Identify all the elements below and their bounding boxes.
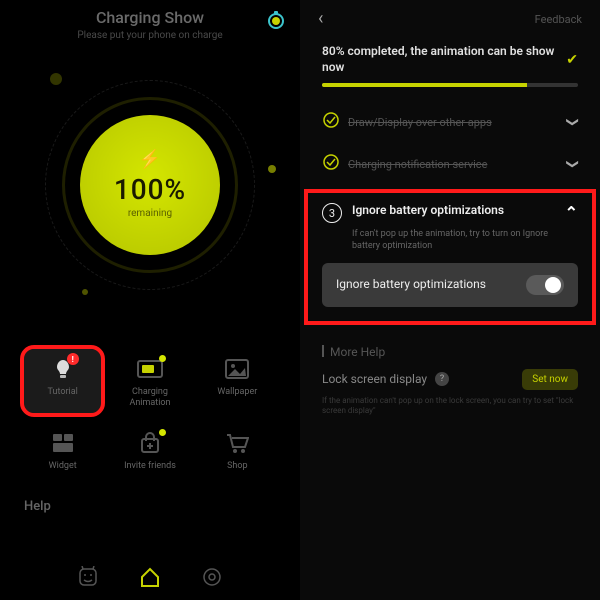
- lock-screen-row: Lock screen display ? Set now: [300, 369, 600, 390]
- grid-item-widget[interactable]: Widget: [24, 423, 101, 476]
- toggle-knob: [545, 277, 561, 293]
- chevron-up-icon: ⌃: [565, 203, 578, 222]
- nav-home-icon[interactable]: [139, 566, 161, 592]
- action-grid: ! Tutorial Charging Animation: [0, 349, 300, 475]
- help-heading: Help: [0, 499, 300, 514]
- check-icon: ✔: [566, 52, 578, 68]
- back-button[interactable]: ‹: [318, 10, 323, 28]
- page-title: Charging Show: [0, 8, 300, 27]
- step-label: Draw/Display over other apps: [348, 116, 560, 129]
- stopwatch-icon[interactable]: [266, 10, 286, 34]
- nav-settings-icon[interactable]: [201, 566, 223, 592]
- grid-label: Invite friends: [111, 461, 188, 472]
- progress-fill: [322, 83, 527, 87]
- progress-bar: [322, 83, 578, 87]
- step-3-title: Ignore battery optimizations: [352, 203, 555, 219]
- chevron-down-icon: ❯: [566, 159, 580, 169]
- battery-opt-toggle[interactable]: [526, 275, 564, 295]
- grid-label: Tutorial: [24, 387, 101, 398]
- check-circle-icon: [322, 111, 340, 133]
- image-icon: [225, 359, 249, 379]
- feedback-link[interactable]: Feedback: [535, 13, 582, 26]
- animation-icon: [137, 360, 163, 378]
- grid-label: Widget: [24, 461, 101, 472]
- grid-label: Shop: [199, 461, 276, 472]
- notification-dot-icon: [159, 355, 166, 362]
- step-row-2[interactable]: Charging notification service ❯: [300, 143, 600, 185]
- cart-icon: [225, 433, 249, 453]
- bottom-nav: [0, 566, 300, 592]
- grid-label: Charging Animation: [111, 387, 188, 409]
- battery-disk: ⚡ 100% remaining: [80, 115, 220, 255]
- grid-item-charging-animation[interactable]: Charging Animation: [111, 349, 188, 413]
- battery-opt-toggle-card: Ignore battery optimizations: [322, 263, 578, 307]
- chevron-down-icon: ❯: [566, 117, 580, 127]
- battery-percent: 100%: [114, 173, 186, 206]
- completion-text: 80% completed, the animation can be show…: [322, 44, 558, 75]
- more-help-heading: More Help: [300, 321, 600, 369]
- step-3-header[interactable]: 3 Ignore battery optimizations ⌃: [322, 203, 578, 223]
- notification-dot-icon: [159, 429, 166, 436]
- header: Charging Show Please put your phone on c…: [0, 0, 300, 41]
- battery-orbit: ⚡ 100% remaining: [30, 65, 270, 305]
- step-3-box: 3 Ignore battery optimizations ⌃ If can'…: [308, 193, 592, 320]
- toggle-label: Ignore battery optimizations: [336, 277, 516, 291]
- grid-label: Wallpaper: [199, 387, 276, 398]
- lightning-icon: ⚡: [139, 151, 161, 169]
- step-3-desc: If can't pop up the animation, try to tu…: [352, 229, 578, 252]
- check-circle-icon: [322, 153, 340, 175]
- set-now-button[interactable]: Set now: [522, 369, 578, 390]
- lock-screen-desc: If the animation can't pop up on the loc…: [300, 390, 600, 417]
- right-panel: ‹ Feedback 80% completed, the animation …: [300, 0, 600, 600]
- step-row-1[interactable]: Draw/Display over other apps ❯: [300, 101, 600, 143]
- step-number: 3: [322, 203, 342, 223]
- page-subtitle: Please put your phone on charge: [0, 30, 300, 41]
- grid-item-invite-friends[interactable]: Invite friends: [111, 423, 188, 476]
- lock-screen-label: Lock screen display: [322, 372, 427, 386]
- grid-item-tutorial[interactable]: ! Tutorial: [24, 349, 101, 413]
- grid-item-shop[interactable]: Shop: [199, 423, 276, 476]
- right-header: ‹ Feedback: [300, 0, 600, 28]
- invite-icon: [139, 432, 161, 454]
- help-icon[interactable]: ?: [435, 372, 449, 386]
- left-panel: Charging Show Please put your phone on c…: [0, 0, 300, 600]
- battery-remaining-label: remaining: [128, 208, 172, 219]
- grid-item-wallpaper[interactable]: Wallpaper: [199, 349, 276, 413]
- completion-status: 80% completed, the animation can be show…: [300, 28, 600, 83]
- step-label: Charging notification service: [348, 158, 560, 171]
- widget-icon: [52, 433, 74, 453]
- alert-badge-icon: !: [67, 353, 79, 365]
- nav-avatar-icon[interactable]: [77, 566, 99, 592]
